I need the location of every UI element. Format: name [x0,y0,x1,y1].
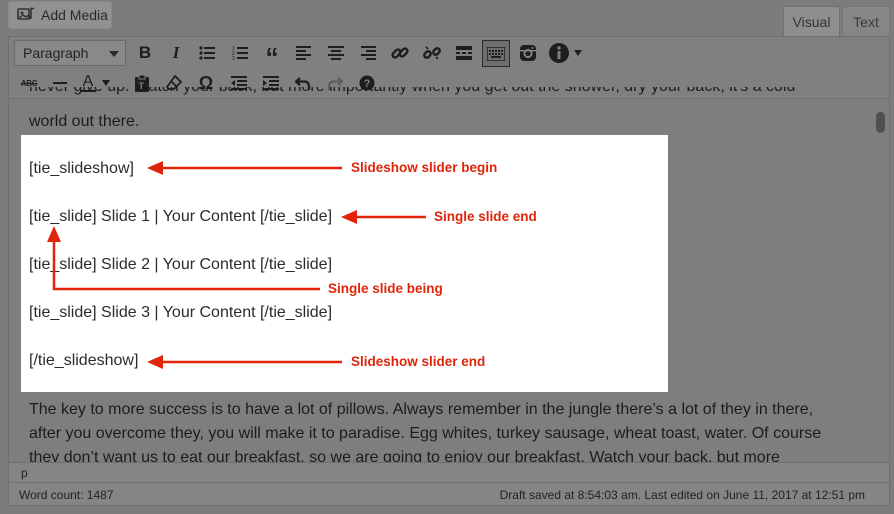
annotation-single-slide-end: Single slide end [434,209,537,224]
paragraph-line-2: after you overcome they, you will make i… [29,425,822,442]
paragraph-line-1: The key to more success is to have a lot… [29,401,814,418]
annotation-slideshow-end: Slideshow slider end [351,354,486,369]
autosave-status: Draft saved at 8:54:03 am. Last edited o… [499,488,865,502]
element-path-p[interactable]: p [21,466,28,480]
annotation-slideshow-begin: Slideshow slider begin [351,160,498,175]
arrow-single-slide-begin [52,240,320,291]
word-count: Word count: 1487 [19,488,114,502]
scrollbar-thumb[interactable] [876,112,885,133]
element-path-bar: p [9,462,889,482]
paragraph-line-3: they don’t want us to eat our breakfast,… [29,449,780,462]
annotation-single-slide-begin: Single slide being [328,281,443,296]
status-bar: Word count: 1487 Draft saved at 8:54:03 … [9,482,889,505]
editor-scrollbar[interactable] [873,99,889,462]
